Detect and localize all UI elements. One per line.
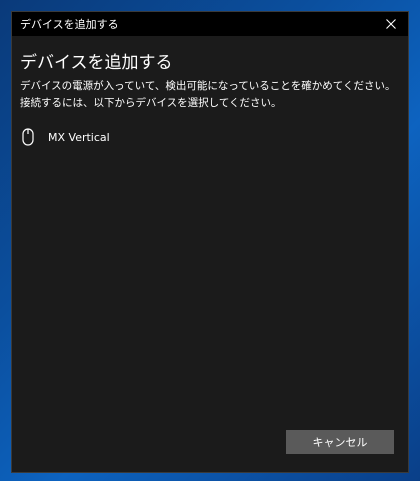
add-device-dialog: デバイスを追加する デバイスを追加する デバイスの電源が入っていて、検出可能にな… xyxy=(11,11,409,473)
cancel-button[interactable]: キャンセル xyxy=(286,430,394,454)
dialog-heading: デバイスを追加する xyxy=(20,53,173,73)
mouse-icon xyxy=(20,126,36,148)
close-button[interactable] xyxy=(374,12,408,36)
device-list-item[interactable]: MX Vertical xyxy=(18,124,258,150)
close-icon xyxy=(386,19,396,29)
device-name: MX Vertical xyxy=(48,130,110,144)
title-bar: デバイスを追加する xyxy=(12,12,408,36)
window-title: デバイスを追加する xyxy=(20,18,119,31)
dialog-description: デバイスの電源が入っていて、検出可能になっていることを確かめてください。接続する… xyxy=(20,80,396,109)
